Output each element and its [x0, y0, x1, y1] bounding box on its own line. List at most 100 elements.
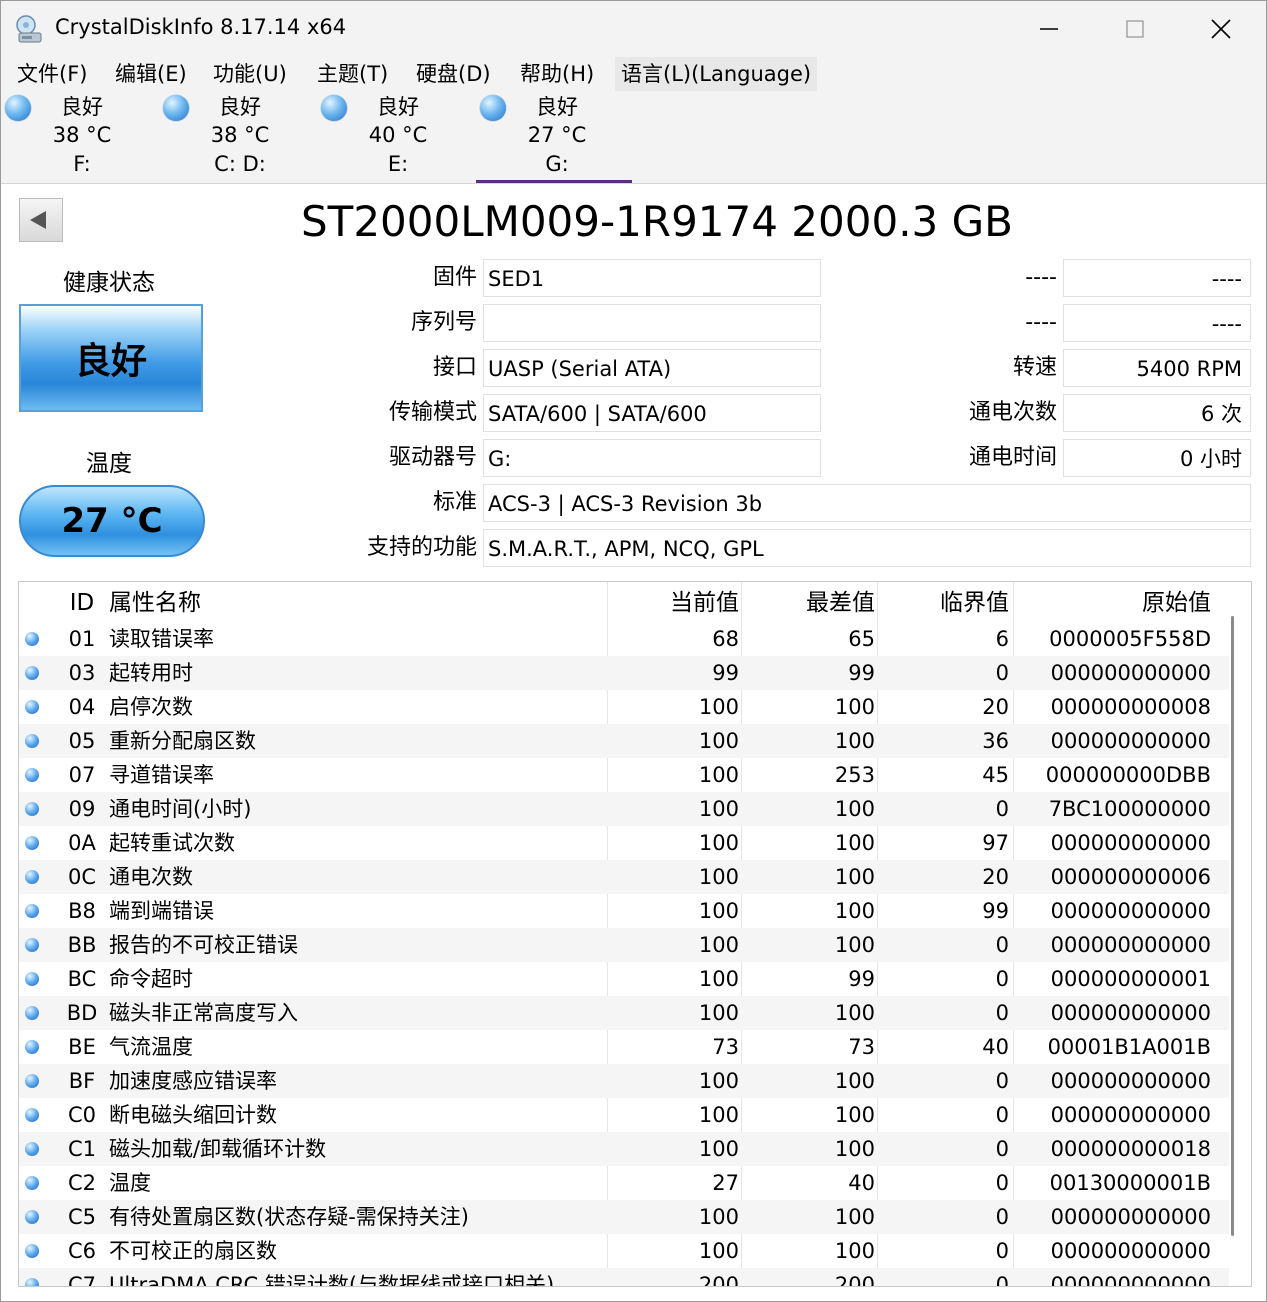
menu-file[interactable]: 文件(F) — [11, 57, 93, 91]
active-tab-indicator — [476, 180, 632, 183]
cell-current: 68 — [712, 627, 739, 651]
table-row[interactable]: BD 磁头非正常高度写入 100 100 0 000000000000 — [19, 996, 1229, 1030]
disk-tab-g[interactable]: 良好 27 °C G: — [476, 91, 632, 183]
header-current[interactable]: 当前值 — [607, 582, 739, 622]
cell-worst: 73 — [848, 1035, 875, 1059]
maximize-icon — [1126, 20, 1144, 38]
cell-name: 断电磁头缩回计数 — [109, 1103, 277, 1127]
table-row[interactable]: C7 UltraDMA CRC 错误计数(与数据线或接口相关) 200 200 0 000… — [19, 1268, 1229, 1287]
status-good-icon — [25, 938, 39, 952]
table-row[interactable]: B8 端到端错误 100 100 99 000000000000 — [19, 894, 1229, 928]
firmware-label: 固件 — [432, 265, 477, 290]
cell-current: 100 — [698, 1001, 739, 1025]
table-row[interactable]: BC 命令超时 100 99 0 000000000001 — [19, 962, 1229, 996]
maximize-button[interactable] — [1091, 1, 1179, 57]
menu-edit[interactable]: 编辑(E) — [109, 57, 193, 91]
status-good-icon — [25, 632, 39, 646]
cell-worst: 100 — [834, 1069, 875, 1093]
cell-id: C6 — [67, 1239, 97, 1263]
cell-threshold: 0 — [995, 1103, 1009, 1127]
cell-current: 100 — [698, 865, 739, 889]
disk-tab-e[interactable]: 良好 40 °C E: — [317, 91, 473, 183]
rotation-value: 5400 RPM — [1063, 349, 1251, 387]
menu-function[interactable]: 功能(U) — [207, 57, 293, 91]
table-row[interactable]: 0A 起转重试次数 100 100 97 000000000000 — [19, 826, 1229, 860]
menu-language[interactable]: 语言(L)(Language) — [615, 57, 818, 91]
cell-raw: 000000000000 — [1050, 1205, 1211, 1229]
table-row[interactable]: 04 启停次数 100 100 20 000000000008 — [19, 690, 1229, 724]
standard-value: ACS-3 | ACS-3 Revision 3b — [483, 484, 1251, 522]
menu-help[interactable]: 帮助(H) — [514, 57, 600, 91]
status-good-icon — [25, 734, 39, 748]
table-row[interactable]: C1 磁头加载/卸载循环计数 100 100 0 000000000018 — [19, 1132, 1229, 1166]
header-id[interactable]: ID — [59, 582, 105, 622]
cell-id: BC — [67, 967, 97, 991]
cell-current: 100 — [698, 1239, 739, 1263]
cell-name: UltraDMA CRC 错误计数(与数据线或接口相关) — [109, 1273, 555, 1287]
title-bar[interactable]: CrystalDiskInfo 8.17.14 x64 — [1, 1, 1266, 57]
unknown-label-1: ---- — [1025, 265, 1057, 290]
table-row[interactable]: C0 断电磁头缩回计数 100 100 0 000000000000 — [19, 1098, 1229, 1132]
table-row[interactable]: C2 温度 27 40 0 00130000001B — [19, 1166, 1229, 1200]
cell-current: 100 — [698, 695, 739, 719]
header-worst[interactable]: 最差值 — [743, 582, 875, 622]
disk-tab-drive: F: — [73, 152, 91, 176]
drive-letter-label: 驱动器号 — [388, 445, 477, 470]
table-row[interactable]: C5 有待处置扇区数(状态存疑-需保持关注) 100 100 0 000000000000 — [19, 1200, 1229, 1234]
menu-disk[interactable]: 硬盘(D) — [410, 57, 497, 91]
cell-worst: 100 — [834, 1205, 875, 1229]
close-button[interactable] — [1177, 1, 1265, 57]
cell-id: C0 — [67, 1103, 97, 1127]
table-row[interactable]: C6 不可校正的扇区数 100 100 0 000000000000 — [19, 1234, 1229, 1268]
cell-current: 27 — [712, 1171, 739, 1195]
status-good-icon — [25, 1074, 39, 1088]
table-row[interactable]: 09 通电时间(小时) 100 100 0 7BC100000000 — [19, 792, 1229, 826]
table-row[interactable]: BF 加速度感应错误率 100 100 0 000000000000 — [19, 1064, 1229, 1098]
table-row[interactable]: 07 寻道错误率 100 253 45 000000000DBB — [19, 758, 1229, 792]
table-row[interactable]: 05 重新分配扇区数 100 100 36 000000000000 — [19, 724, 1229, 758]
smart-table[interactable]: ID 属性名称 当前值 最差值 临界值 原始值 01 读取错误率 68 65 6 0000… — [18, 581, 1252, 1287]
disk-tab-status: 良好 — [61, 95, 103, 119]
header-threshold[interactable]: 临界值 — [879, 582, 1009, 622]
interface-label: 接口 — [432, 355, 477, 380]
cell-current: 73 — [712, 1035, 739, 1059]
table-row[interactable]: 01 读取错误率 68 65 6 0000005F558D — [19, 622, 1229, 656]
cell-current: 100 — [698, 797, 739, 821]
cell-id: C2 — [67, 1171, 97, 1195]
unknown-value-1: ---- — [1063, 259, 1251, 297]
header-attribute-name[interactable]: 属性名称 — [109, 582, 201, 622]
status-good-icon — [25, 1210, 39, 1224]
health-status-button[interactable]: 良好 — [19, 304, 203, 412]
table-row[interactable]: BB 报告的不可校正错误 100 100 0 000000000000 — [19, 928, 1229, 962]
temperature-button[interactable]: 27 °C — [19, 485, 205, 557]
cell-name: 加速度感应错误率 — [109, 1069, 277, 1093]
disk-tab-drive: G: — [545, 152, 569, 176]
cell-current: 100 — [698, 933, 739, 957]
cell-name: 磁头非正常高度写入 — [109, 1001, 298, 1025]
disk-tab-cd[interactable]: 良好 38 °C C: D: — [159, 91, 315, 183]
cell-raw: 00001B1A001B — [1047, 1035, 1211, 1059]
previous-disk-button[interactable] — [19, 198, 63, 242]
status-good-icon — [25, 768, 39, 782]
table-row[interactable]: 0C 通电次数 100 100 20 000000000006 — [19, 860, 1229, 894]
disk-tab-f[interactable]: 良好 38 °C F: — [1, 91, 157, 183]
cell-worst: 100 — [834, 695, 875, 719]
cell-id: BD — [66, 1001, 98, 1025]
cell-current: 100 — [698, 729, 739, 753]
cell-worst: 100 — [834, 865, 875, 889]
table-row[interactable]: BE 气流温度 73 73 40 00001B1A001B — [19, 1030, 1229, 1064]
minimize-button[interactable] — [1005, 1, 1093, 57]
cell-name: 气流温度 — [109, 1035, 193, 1059]
menu-theme[interactable]: 主题(T) — [311, 57, 394, 91]
header-raw[interactable]: 原始值 — [1015, 582, 1211, 622]
cell-worst: 200 — [834, 1273, 875, 1287]
cell-raw: 000000000000 — [1050, 831, 1211, 855]
unknown-value-2: ---- — [1063, 304, 1251, 342]
status-good-icon — [25, 802, 39, 816]
vertical-scrollbar[interactable] — [1231, 616, 1234, 1236]
table-row[interactable]: 03 起转用时 99 99 0 000000000000 — [19, 656, 1229, 690]
cell-id: C7 — [67, 1273, 97, 1287]
cell-name: 不可校正的扇区数 — [109, 1239, 277, 1263]
transfer-mode-label: 传输模式 — [388, 400, 477, 425]
disk-tab-temp: 40 °C — [368, 123, 428, 147]
